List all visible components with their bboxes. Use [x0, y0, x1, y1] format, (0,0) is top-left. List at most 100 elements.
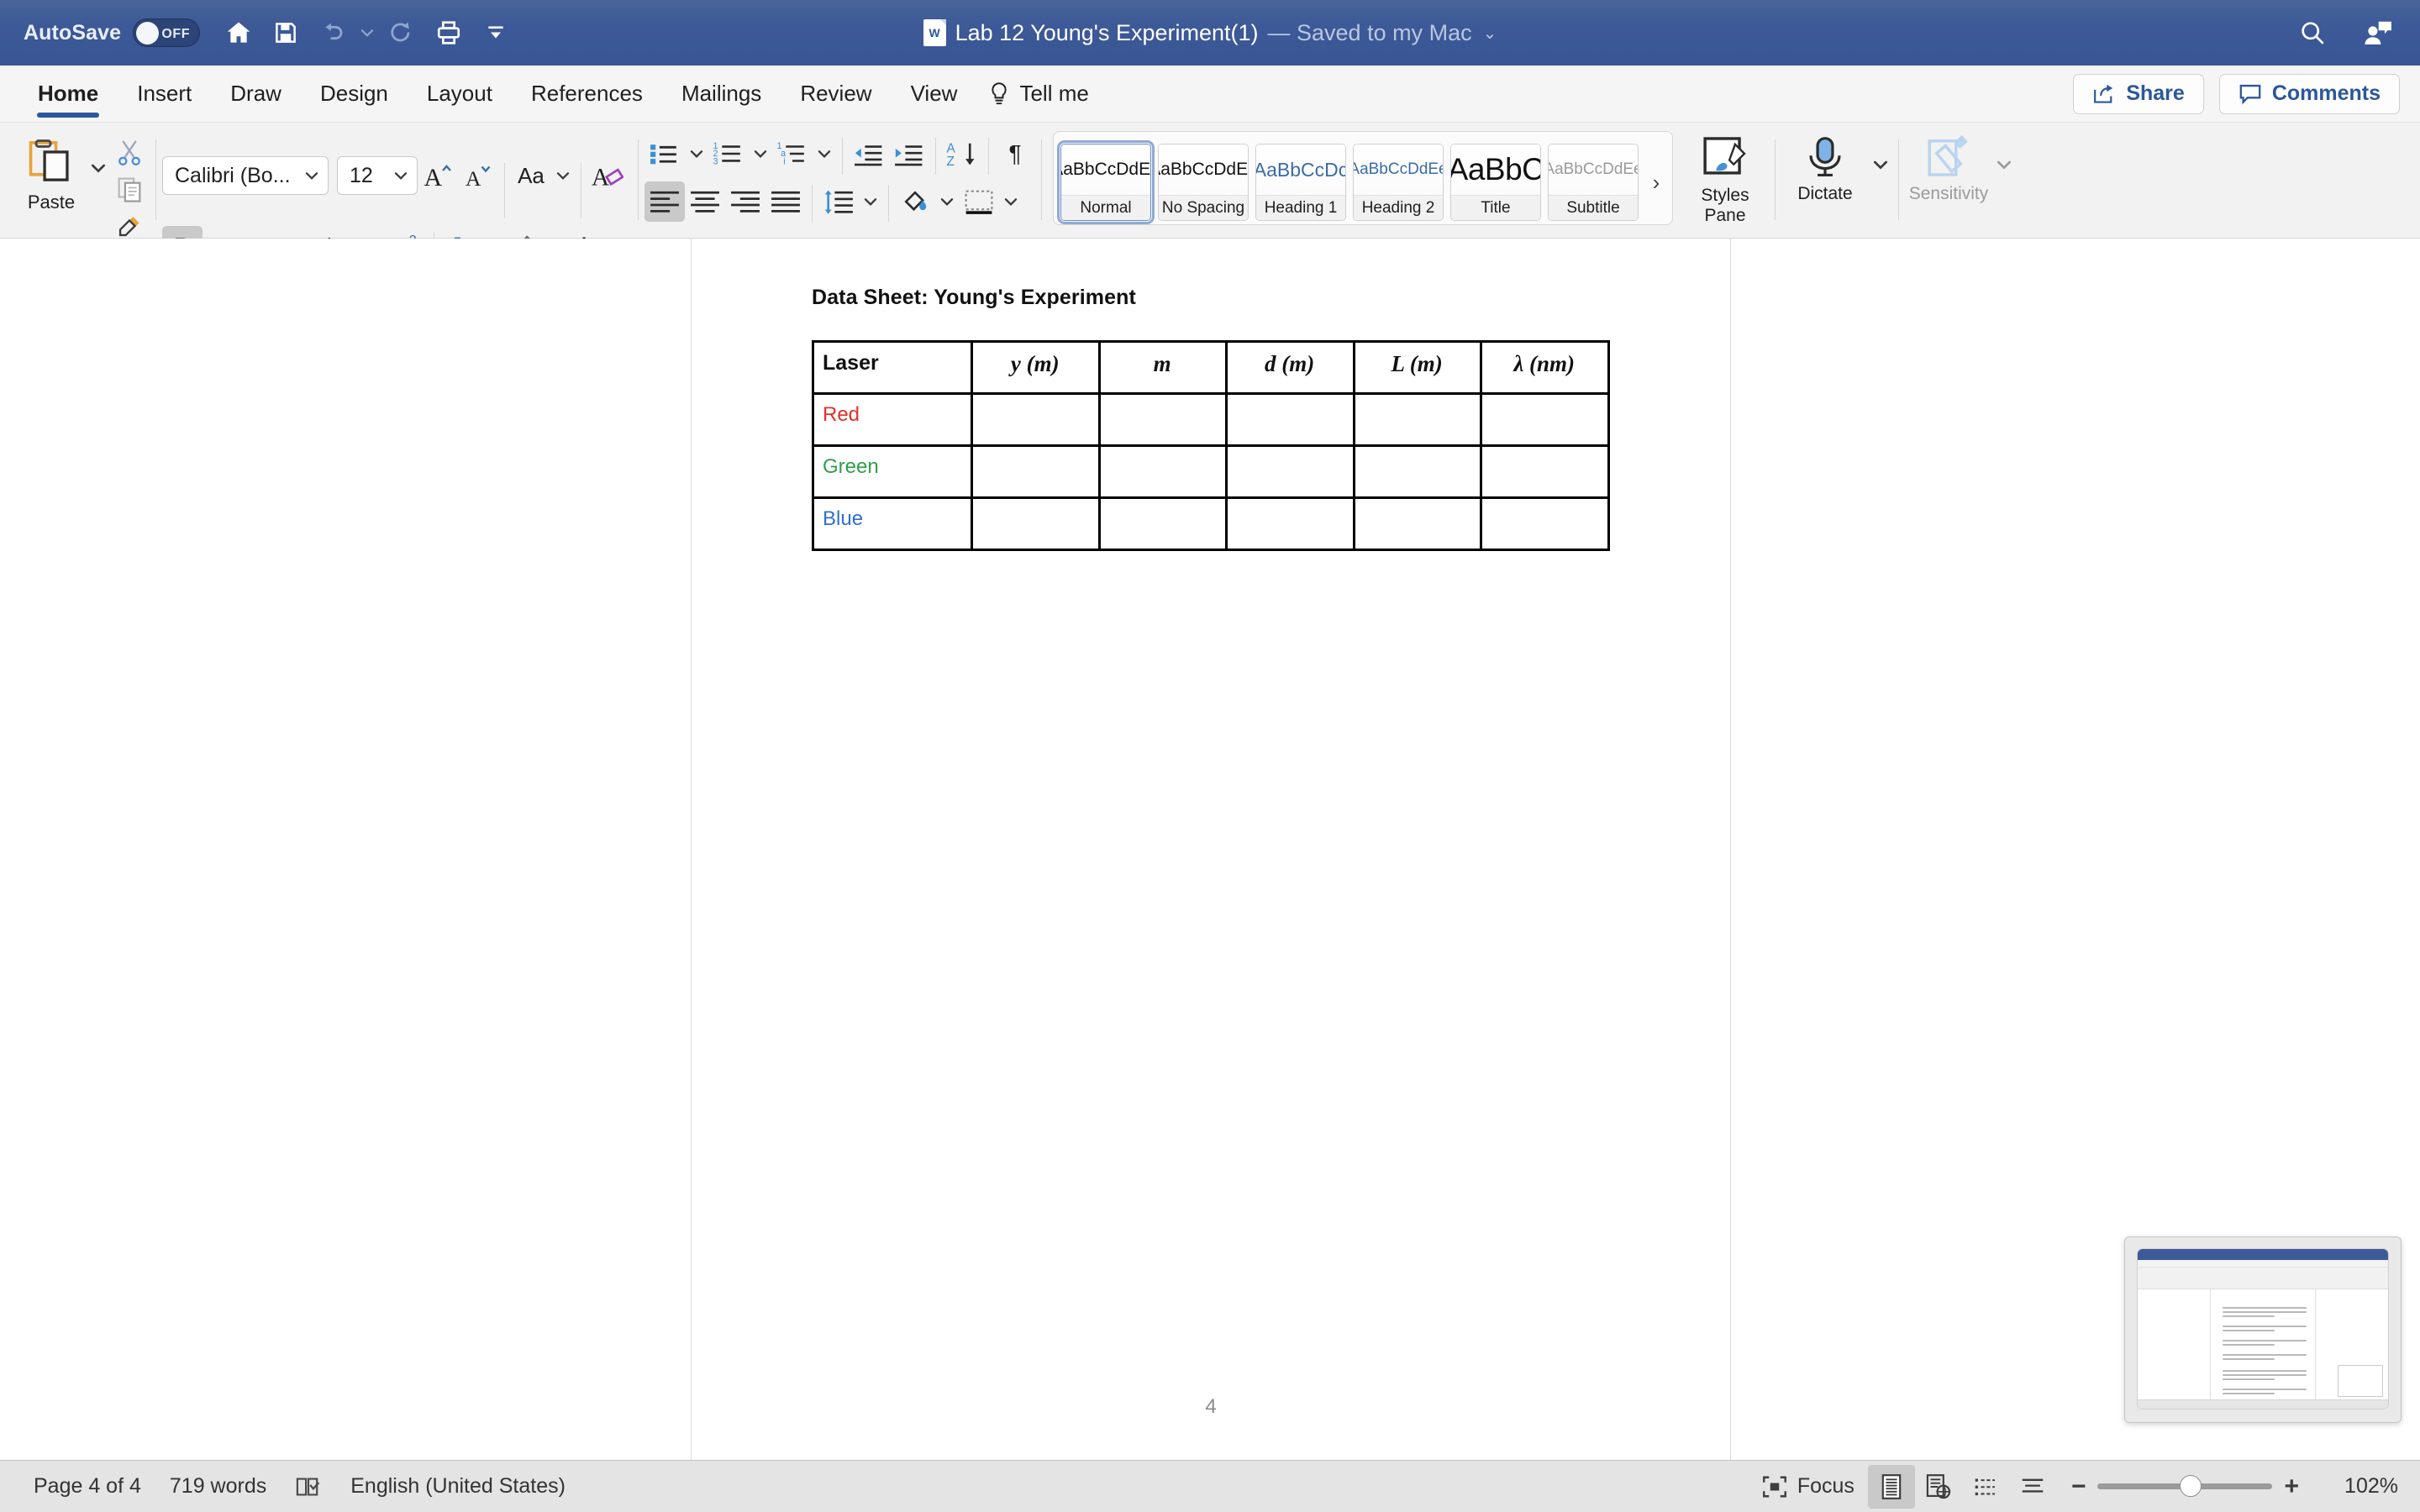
style-card-no-spacing[interactable]: AaBbCcDdEe No Spacing: [1158, 144, 1249, 221]
outline-view-icon[interactable]: [1962, 1465, 2009, 1509]
cell-red-y[interactable]: [971, 392, 1101, 447]
word-count[interactable]: 719 words: [170, 1474, 266, 1499]
numbered-list-caret[interactable]: [749, 134, 772, 174]
bullet-list-icon[interactable]: [644, 134, 685, 174]
zoom-slider-handle[interactable]: [2180, 1475, 2202, 1497]
sensitivity-button[interactable]: Sensitivity: [1905, 123, 1992, 204]
cell-blue-L[interactable]: [1352, 496, 1483, 551]
tab-home[interactable]: Home: [18, 66, 118, 123]
print-layout-icon[interactable]: [1867, 1464, 1915, 1509]
redo-icon[interactable]: [378, 9, 425, 56]
search-icon[interactable]: [2289, 9, 2336, 56]
tab-tell-me[interactable]: Tell me: [976, 66, 1107, 123]
tab-review[interactable]: Review: [781, 66, 891, 123]
bullet-list-caret[interactable]: [685, 134, 708, 174]
cell-green-m[interactable]: [1097, 444, 1228, 499]
cut-icon[interactable]: [109, 134, 150, 170]
customize-toolbar-icon[interactable]: [472, 9, 519, 56]
cell-blue-y[interactable]: [971, 496, 1101, 551]
sensitivity-caret[interactable]: [1992, 123, 2016, 173]
font-name-select[interactable]: Calibri (Bo...: [162, 156, 329, 195]
language-indicator[interactable]: English (United States): [350, 1474, 566, 1499]
cell-green-y[interactable]: [971, 444, 1101, 499]
style-card-subtitle[interactable]: AaBbCcDdEe Subtitle: [1548, 144, 1639, 221]
save-icon[interactable]: [262, 9, 309, 56]
tab-references[interactable]: References: [512, 66, 662, 123]
numbered-list-icon[interactable]: 123: [708, 134, 749, 174]
borders-icon[interactable]: [959, 181, 999, 222]
tab-draw[interactable]: Draw: [211, 66, 301, 123]
draft-view-icon[interactable]: [2009, 1465, 2056, 1509]
zoom-level-label[interactable]: 102%: [2326, 1474, 2398, 1499]
account-presence-icon[interactable]: [2354, 9, 2402, 56]
zoom-out-button[interactable]: −: [2071, 1473, 2086, 1501]
document-canvas[interactable]: Data Sheet: Young's Experiment Laser y (…: [0, 239, 2420, 1475]
style-card-normal[interactable]: AaBbCcDdEe Normal: [1057, 140, 1155, 224]
align-left-button[interactable]: [644, 181, 685, 222]
borders-caret[interactable]: [999, 181, 1023, 222]
increase-indent-icon[interactable]: [889, 134, 929, 174]
cell-red-m[interactable]: [1097, 392, 1228, 447]
show-formatting-marks-icon[interactable]: ¶: [995, 134, 1035, 174]
styles-pane-button[interactable]: Styles Pane: [1681, 123, 1769, 226]
title-dropdown-caret[interactable]: ⌄: [1483, 23, 1497, 44]
proofing-check-icon[interactable]: [295, 1474, 322, 1499]
autosave-toggle[interactable]: OFF: [133, 18, 201, 47]
cell-green-lambda[interactable]: [1480, 444, 1610, 499]
sort-icon[interactable]: AZ: [942, 134, 982, 174]
data-sheet-table[interactable]: Laser y (m) m d (m) L (m) λ (nm) Red Gre…: [811, 340, 1610, 551]
page-indicator[interactable]: Page 4 of 4: [34, 1474, 141, 1499]
tab-design[interactable]: Design: [301, 66, 408, 123]
paste-button[interactable]: Paste: [15, 129, 87, 213]
cell-laser-red[interactable]: Red: [811, 392, 974, 447]
tab-mailings[interactable]: Mailings: [662, 66, 781, 123]
shading-caret[interactable]: [935, 181, 959, 222]
style-card-title[interactable]: AaBbC Title: [1450, 144, 1541, 221]
multilevel-list-icon[interactable]: 1ai: [772, 134, 813, 174]
paste-dropdown-caret[interactable]: [87, 129, 109, 176]
home-icon[interactable]: [215, 9, 262, 56]
styles-gallery-more-chevron-icon[interactable]: ›: [1645, 170, 1667, 196]
share-button[interactable]: Share: [2073, 73, 2204, 114]
cell-laser-green[interactable]: Green: [811, 444, 974, 499]
copy-icon[interactable]: [109, 171, 150, 207]
cell-green-L[interactable]: [1352, 444, 1483, 499]
comments-button[interactable]: Comments: [2218, 73, 2400, 114]
cell-laser-blue[interactable]: Blue: [811, 496, 974, 551]
undo-icon[interactable]: [309, 9, 356, 56]
table-row[interactable]: Red: [811, 392, 1610, 447]
cell-red-lambda[interactable]: [1480, 392, 1610, 447]
multilevel-list-caret[interactable]: [813, 134, 836, 174]
table-row[interactable]: Green: [811, 444, 1610, 499]
font-size-select[interactable]: 12: [337, 156, 418, 195]
cell-red-d[interactable]: [1225, 392, 1355, 447]
clear-formatting-icon[interactable]: A: [587, 155, 628, 196]
shading-icon[interactable]: [895, 181, 935, 222]
zoom-slider[interactable]: [2097, 1475, 2273, 1497]
zoom-control[interactable]: − + 102%: [2056, 1473, 2398, 1501]
document-page[interactable]: Data Sheet: Young's Experiment Laser y (…: [691, 239, 1731, 1465]
decrease-indent-icon[interactable]: [849, 134, 889, 174]
increase-font-size-icon[interactable]: A: [418, 155, 458, 196]
line-spacing-icon[interactable]: [818, 181, 859, 222]
change-case-caret[interactable]: [551, 155, 575, 196]
tab-view[interactable]: View: [892, 66, 977, 123]
cell-blue-lambda[interactable]: [1480, 496, 1610, 551]
zoom-in-button[interactable]: +: [2284, 1473, 2299, 1501]
line-spacing-caret[interactable]: [859, 181, 882, 222]
decrease-font-size-icon[interactable]: A: [458, 155, 498, 196]
focus-button[interactable]: Focus: [1762, 1474, 1868, 1499]
change-case-icon[interactable]: Aa: [511, 155, 551, 196]
cell-green-d[interactable]: [1225, 444, 1355, 499]
style-card-heading-2[interactable]: AaBbCcDdEe Heading 2: [1353, 144, 1444, 221]
web-layout-icon[interactable]: [1915, 1465, 1962, 1509]
dictate-button[interactable]: Dictate: [1781, 123, 1869, 204]
cell-blue-d[interactable]: [1225, 496, 1355, 551]
print-icon[interactable]: [425, 9, 472, 56]
cell-blue-m[interactable]: [1097, 496, 1228, 551]
table-row[interactable]: Blue: [811, 496, 1610, 551]
dictate-caret[interactable]: [1869, 123, 1892, 173]
align-right-button[interactable]: [725, 181, 765, 222]
tab-layout[interactable]: Layout: [408, 66, 512, 123]
tab-insert[interactable]: Insert: [118, 66, 211, 123]
